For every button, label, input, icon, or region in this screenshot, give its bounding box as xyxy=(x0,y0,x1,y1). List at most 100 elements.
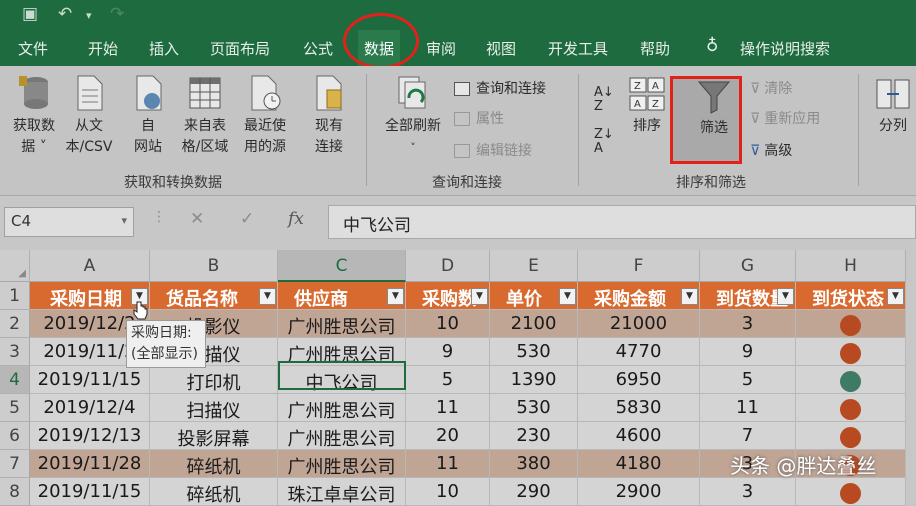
table-cell[interactable]: 碎纸机 xyxy=(150,478,278,506)
advanced-filter-button[interactable]: ⊽ 高级 xyxy=(750,140,792,160)
column-header-c[interactable]: C xyxy=(278,250,406,282)
table-cell[interactable]: 5830 xyxy=(578,394,700,422)
formula-input[interactable]: 中飞公司 xyxy=(328,205,916,239)
existing-connections-button[interactable]: 现有 连接 xyxy=(306,74,352,158)
row-header-5[interactable]: 5 xyxy=(0,394,30,422)
table-cell[interactable]: 4600 xyxy=(578,422,700,450)
tab-help[interactable]: 帮助 xyxy=(640,38,670,59)
table-cell[interactable]: 11 xyxy=(700,394,796,422)
name-box-dropdown-icon[interactable]: ▾ xyxy=(121,214,127,227)
tab-formulas[interactable]: 公式 xyxy=(303,38,333,59)
table-cell[interactable]: 广州胜思公司 xyxy=(278,394,406,422)
column-header-h[interactable]: H xyxy=(796,250,906,282)
tab-file[interactable]: 文件 xyxy=(18,38,48,59)
sort-descending-button[interactable]: Z↓ A xyxy=(594,128,614,156)
tab-review[interactable]: 审阅 xyxy=(426,38,456,59)
properties-button[interactable]: 属性 xyxy=(454,108,504,128)
column-header-a[interactable]: A xyxy=(30,250,150,282)
undo-icon[interactable]: ↶ xyxy=(58,4,72,24)
from-text-csv-button[interactable]: 从文 本/CSV xyxy=(60,74,118,158)
column-header-g[interactable]: G xyxy=(700,250,796,282)
table-cell[interactable]: 3 xyxy=(700,310,796,338)
redo-icon[interactable]: ↷ xyxy=(110,4,124,24)
table-cell[interactable]: 2019/12/4 xyxy=(30,394,150,422)
table-cell[interactable]: 2019/11/15 xyxy=(30,478,150,506)
table-cell[interactable]: 2019/11/15 xyxy=(30,366,150,394)
filter-dropdown-icon[interactable]: ▼ xyxy=(471,288,488,305)
table-cell[interactable] xyxy=(796,310,906,338)
table-cell[interactable]: 打印机 xyxy=(150,366,278,394)
tab-view[interactable]: 视图 xyxy=(486,38,516,59)
table-cell[interactable]: 380 xyxy=(490,450,578,478)
get-data-button[interactable]: 获取数 据 ˅ xyxy=(6,74,62,158)
clear-filter-button[interactable]: ⊽ 清除 xyxy=(750,78,792,98)
tell-me-search[interactable]: 操作说明搜索 xyxy=(740,38,830,59)
table-cell[interactable]: 21000 xyxy=(578,310,700,338)
text-to-columns-button[interactable]: 分列 xyxy=(870,76,916,137)
table-cell[interactable]: 2019/12/13 xyxy=(30,422,150,450)
table-cell[interactable]: 2100 xyxy=(490,310,578,338)
table-cell[interactable]: 6950 xyxy=(578,366,700,394)
table-cell[interactable]: 珠江卓卓公司 xyxy=(278,478,406,506)
column-header-b[interactable]: B xyxy=(150,250,278,282)
selected-cell-c4[interactable] xyxy=(278,361,406,390)
column-header-f[interactable]: F xyxy=(578,250,700,282)
table-cell[interactable]: 7 xyxy=(700,422,796,450)
sort-button[interactable]: ZAAZ 排序 xyxy=(626,76,668,137)
select-all-corner[interactable]: ◢ xyxy=(0,250,30,282)
filter-dropdown-icon[interactable]: ▼ xyxy=(681,288,698,305)
table-cell[interactable]: 3 xyxy=(700,478,796,506)
table-cell[interactable]: 290 xyxy=(490,478,578,506)
table-cell[interactable] xyxy=(796,366,906,394)
confirm-icon[interactable]: ✓ xyxy=(240,209,254,229)
table-cell[interactable]: 11 xyxy=(406,394,490,422)
table-cell[interactable]: 4180 xyxy=(578,450,700,478)
reapply-button[interactable]: ⊽ 重新应用 xyxy=(750,108,820,128)
insert-function-icon[interactable]: fx xyxy=(288,209,304,229)
table-cell[interactable]: 230 xyxy=(490,422,578,450)
from-web-button[interactable]: 自 网站 xyxy=(126,74,170,158)
table-cell[interactable] xyxy=(796,422,906,450)
table-cell[interactable]: 9 xyxy=(700,338,796,366)
table-cell[interactable]: 扫描仪 xyxy=(150,394,278,422)
tab-home[interactable]: 开始 xyxy=(88,38,118,59)
table-cell[interactable]: 530 xyxy=(490,338,578,366)
filter-dropdown-icon[interactable]: ▼ xyxy=(387,288,404,305)
table-cell[interactable]: 530 xyxy=(490,394,578,422)
edit-links-button[interactable]: 编辑链接 xyxy=(454,140,532,160)
recent-sources-button[interactable]: 最近使 用的源 xyxy=(236,74,294,158)
tab-insert[interactable]: 插入 xyxy=(149,38,179,59)
table-cell[interactable]: 投影屏幕 xyxy=(150,422,278,450)
filter-dropdown-icon[interactable]: ▼ xyxy=(887,288,904,305)
row-header-6[interactable]: 6 xyxy=(0,422,30,450)
row-header-7[interactable]: 7 xyxy=(0,450,30,478)
table-cell[interactable]: 广州胜思公司 xyxy=(278,310,406,338)
cancel-icon[interactable]: ✕ xyxy=(190,209,204,229)
table-cell[interactable]: 广州胜思公司 xyxy=(278,422,406,450)
row-header-8[interactable]: 8 xyxy=(0,478,30,506)
column-header-d[interactable]: D xyxy=(406,250,490,282)
table-cell[interactable]: 11 xyxy=(406,450,490,478)
undo-dropdown-icon[interactable]: ▾ xyxy=(86,9,92,22)
table-cell[interactable]: 5 xyxy=(700,366,796,394)
filter-dropdown-icon[interactable]: ▼ xyxy=(259,288,276,305)
table-cell[interactable]: 10 xyxy=(406,310,490,338)
table-cell[interactable]: 5 xyxy=(406,366,490,394)
column-header-e[interactable]: E xyxy=(490,250,578,282)
sort-ascending-button[interactable]: A↓ Z xyxy=(594,86,614,114)
row-header-2[interactable]: 2 xyxy=(0,310,30,338)
formula-bar-grip-icon[interactable]: ⋮ xyxy=(152,209,167,225)
table-cell[interactable] xyxy=(796,394,906,422)
table-cell[interactable]: 10 xyxy=(406,478,490,506)
table-cell[interactable]: 1390 xyxy=(490,366,578,394)
from-table-button[interactable]: 来自表 格/区域 xyxy=(176,74,234,158)
save-icon[interactable]: ▣ xyxy=(22,4,38,24)
table-cell[interactable]: 9 xyxy=(406,338,490,366)
table-cell[interactable] xyxy=(796,478,906,506)
table-cell[interactable]: 2019/11/28 xyxy=(30,450,150,478)
filter-dropdown-icon[interactable]: ▼ xyxy=(559,288,576,305)
table-cell[interactable] xyxy=(796,338,906,366)
queries-connections-button[interactable]: 查询和连接 xyxy=(454,78,546,98)
table-cell[interactable]: 20 xyxy=(406,422,490,450)
tab-page-layout[interactable]: 页面布局 xyxy=(210,38,270,59)
